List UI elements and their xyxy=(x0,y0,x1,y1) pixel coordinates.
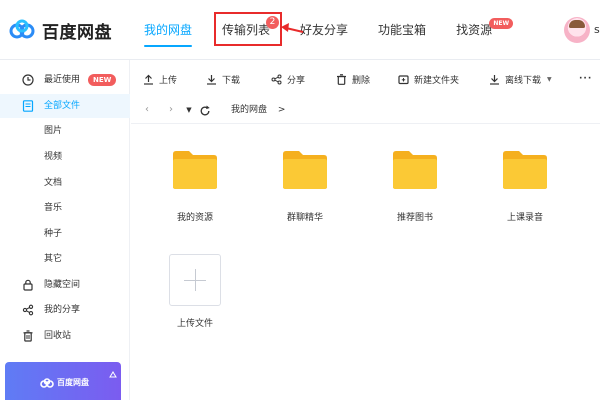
breadcrumb-item: 我的网盘 xyxy=(231,105,268,115)
folder-icon xyxy=(283,151,327,189)
annotation-arrow-icon xyxy=(281,23,304,33)
top-header: 百度网盘 我的网盘 传输列表 2 好友分享 功能宝箱 找资源 NEW s xyxy=(0,0,600,60)
sidebar-item-label: 回收站 xyxy=(44,331,72,341)
top-navigation: 我的网盘 传输列表 2 好友分享 功能宝箱 找资源 NEW xyxy=(144,0,522,60)
more-button[interactable]: ··· xyxy=(579,72,592,86)
offline-download-icon xyxy=(490,74,499,85)
folder-icon xyxy=(173,151,217,189)
offline-download-button[interactable]: 离线下载 ▼ xyxy=(489,72,552,86)
user-avatar[interactable] xyxy=(564,17,590,43)
sidebar-item-recent[interactable]: 最近使用 NEW xyxy=(0,68,130,92)
file-name: 推荐图书 xyxy=(396,213,433,223)
forward-arrow-icon[interactable]: › xyxy=(165,103,177,117)
refresh-icon[interactable] xyxy=(199,104,211,118)
new-badge: NEW xyxy=(489,18,514,29)
file-item-folder[interactable]: 推荐图书 xyxy=(370,150,460,224)
share-label: 分享 xyxy=(287,75,306,86)
download-label: 下载 xyxy=(222,75,241,86)
breadcrumb-path[interactable]: 我的网盘 > xyxy=(231,103,285,117)
download-button[interactable]: 下载 xyxy=(206,72,240,86)
sidebar-item-label: 其它 xyxy=(44,254,63,264)
sidebar-item-label: 视频 xyxy=(44,152,63,162)
sidebar-item-my-shares[interactable]: 我的分享 xyxy=(0,298,130,322)
sidebar: 最近使用 NEW 全部文件 图片 视频 文档 音乐 种子 其它 隐藏空间 我的分… xyxy=(0,60,130,400)
baidu-cloud-logo-icon xyxy=(8,19,36,41)
tab-find-resources[interactable]: 找资源 NEW xyxy=(456,0,514,60)
tab-find-resources-label: 找资源 xyxy=(456,23,493,37)
sidebar-item-label: 图片 xyxy=(44,126,63,136)
new-folder-icon xyxy=(398,74,409,84)
more-icon: ··· xyxy=(579,74,593,84)
history-dropdown-icon[interactable]: ▼ xyxy=(183,103,195,117)
baidu-netdisk-window: 百度网盘 我的网盘 传输列表 2 好友分享 功能宝箱 找资源 NEW s 最近使… xyxy=(0,0,600,400)
tab-friend-share[interactable]: 好友分享 xyxy=(300,0,348,60)
download-icon xyxy=(207,74,216,85)
app-logo-text: 百度网盘 xyxy=(42,22,112,43)
upload-file-label: 上传文件 xyxy=(176,319,213,329)
new-folder-label: 新建文件夹 xyxy=(414,75,460,86)
share-button[interactable]: 分享 xyxy=(271,72,305,86)
sidebar-item-torrents[interactable]: 种子 xyxy=(0,222,130,246)
plus-icon-vertical xyxy=(195,269,196,291)
folder-icon xyxy=(393,151,437,189)
sidebar-item-hidden-space[interactable]: 隐藏空间 xyxy=(0,273,130,297)
sidebar-item-all-files[interactable]: 全部文件 xyxy=(0,94,130,118)
share-icon xyxy=(22,304,34,316)
promo-banner[interactable]: 百度网盘 xyxy=(5,362,121,400)
breadcrumb: ‹ › ▼ 我的网盘 > xyxy=(131,96,600,124)
new-badge: NEW xyxy=(88,74,117,86)
offline-download-label: 离线下载 xyxy=(505,75,542,86)
back-arrow-icon[interactable]: ‹ xyxy=(141,103,153,117)
sidebar-item-recycle-bin[interactable]: 回收站 xyxy=(0,324,130,348)
sidebar-item-label: 我的分享 xyxy=(44,305,81,315)
trash-icon xyxy=(337,73,346,85)
breadcrumb-separator: > xyxy=(277,105,286,115)
tab-my-netdisk[interactable]: 我的网盘 xyxy=(144,0,193,60)
sidebar-item-music[interactable]: 音乐 xyxy=(0,196,130,220)
file-name: 我的资源 xyxy=(176,213,213,223)
sidebar-item-label: 隐藏空间 xyxy=(44,280,81,290)
new-folder-button[interactable]: 新建文件夹 xyxy=(398,72,459,86)
upload-icon xyxy=(144,74,153,85)
delete-button[interactable]: 删除 xyxy=(336,72,370,86)
tab-my-netdisk-label: 我的网盘 xyxy=(144,23,193,37)
upload-file-tile[interactable] xyxy=(169,254,221,306)
tab-toolbox[interactable]: 功能宝箱 xyxy=(378,0,426,60)
sidebar-item-other[interactable]: 其它 xyxy=(0,247,130,271)
sidebar-item-label: 音乐 xyxy=(44,203,63,213)
sidebar-item-label: 全部文件 xyxy=(44,101,81,111)
trash-icon xyxy=(23,330,33,342)
sidebar-item-label: 最近使用 xyxy=(44,75,81,85)
clock-icon xyxy=(22,74,34,86)
sidebar-item-label: 文档 xyxy=(44,178,63,188)
upload-button[interactable]: 上传 xyxy=(143,72,177,86)
sidebar-item-label: 种子 xyxy=(44,229,63,239)
file-list-icon xyxy=(22,100,34,112)
notification-icon xyxy=(109,371,117,378)
tab-friend-share-label: 好友分享 xyxy=(300,23,349,37)
sidebar-item-documents[interactable]: 文档 xyxy=(0,171,130,195)
toolbar: 上传 下载 分享 删除 新建文件夹 离线下载 ▼ ··· xyxy=(131,60,600,96)
promo-label: 百度网盘 xyxy=(57,378,89,387)
delete-label: 删除 xyxy=(352,75,371,86)
file-item-folder[interactable]: 上课录音 xyxy=(480,150,570,224)
sidebar-item-videos[interactable]: 视频 xyxy=(0,145,130,169)
lock-icon xyxy=(23,279,33,291)
file-name: 上课录音 xyxy=(506,213,543,223)
app-logo[interactable]: 百度网盘 xyxy=(8,16,112,44)
baidu-cloud-logo-icon xyxy=(40,378,54,388)
upload-label: 上传 xyxy=(159,75,178,86)
folder-icon xyxy=(503,151,547,189)
username[interactable]: s xyxy=(594,23,600,36)
chevron-down-icon: ▼ xyxy=(547,75,552,83)
file-item-folder[interactable]: 我的资源 xyxy=(150,150,240,224)
file-item-folder[interactable]: 群聊精华 xyxy=(260,150,350,224)
annotation-highlight-box xyxy=(214,12,282,46)
share-icon xyxy=(271,74,282,84)
sidebar-item-images[interactable]: 图片 xyxy=(0,119,130,143)
file-name: 群聊精华 xyxy=(286,213,323,223)
tab-toolbox-label: 功能宝箱 xyxy=(378,23,427,37)
